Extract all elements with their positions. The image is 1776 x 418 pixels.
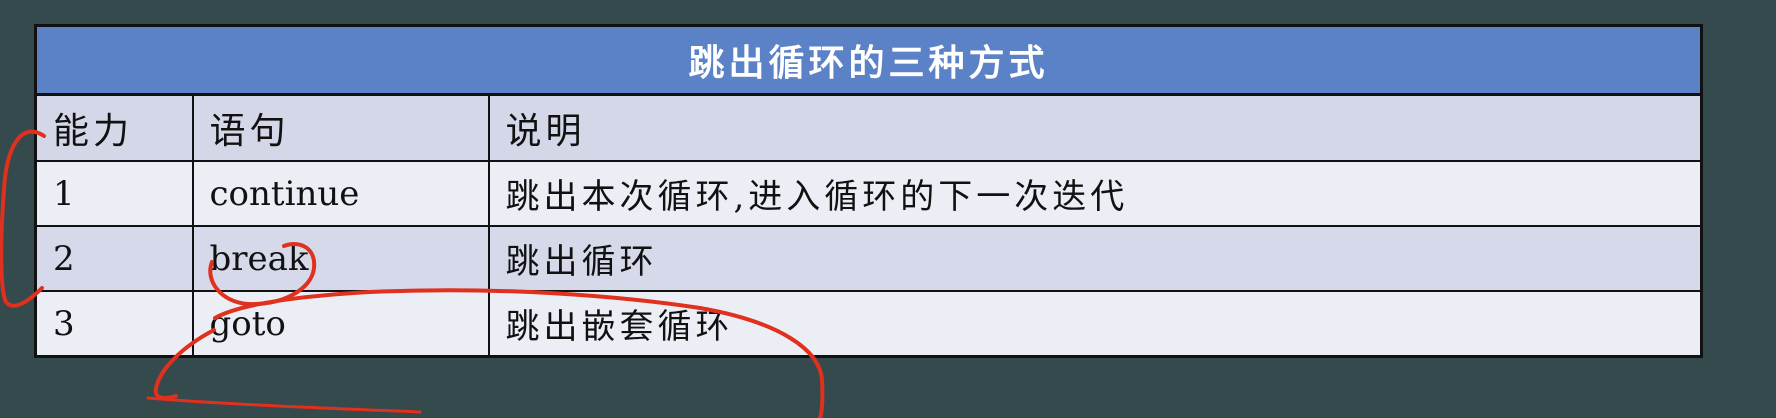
table-row: 3 goto 跳出嵌套循环 bbox=[34, 290, 1703, 358]
header-ability: 能力 bbox=[34, 93, 194, 162]
cell-statement: break bbox=[191, 225, 490, 292]
header-description: 说明 bbox=[487, 93, 1703, 162]
loop-exit-table: 跳出循环的三种方式 能力 语句 说明 1 continue 跳出本次循环,进入循… bbox=[34, 24, 1703, 358]
cell-ability: 1 bbox=[34, 160, 194, 227]
table-title: 跳出循环的三种方式 bbox=[35, 25, 1702, 96]
cell-description: 跳出本次循环,进入循环的下一次迭代 bbox=[487, 160, 1703, 227]
cell-description: 跳出嵌套循环 bbox=[487, 290, 1703, 358]
cell-ability: 3 bbox=[34, 290, 194, 358]
table-row: 2 break 跳出循环 bbox=[34, 225, 1703, 292]
cell-statement: goto bbox=[191, 290, 490, 358]
cell-description: 跳出循环 bbox=[487, 225, 1703, 292]
table-header-row: 能力 语句 说明 bbox=[34, 93, 1703, 162]
table-row: 1 continue 跳出本次循环,进入循环的下一次迭代 bbox=[34, 160, 1703, 227]
header-statement: 语句 bbox=[191, 93, 490, 162]
table-title-row: 跳出循环的三种方式 bbox=[35, 25, 1702, 96]
slide-canvas: 跳出循环的三种方式 能力 语句 说明 1 continue 跳出本次循环,进入循… bbox=[0, 0, 1776, 418]
annotation-bottom-stroke bbox=[146, 396, 422, 414]
cell-ability: 2 bbox=[34, 225, 194, 292]
cell-statement: continue bbox=[191, 160, 490, 227]
